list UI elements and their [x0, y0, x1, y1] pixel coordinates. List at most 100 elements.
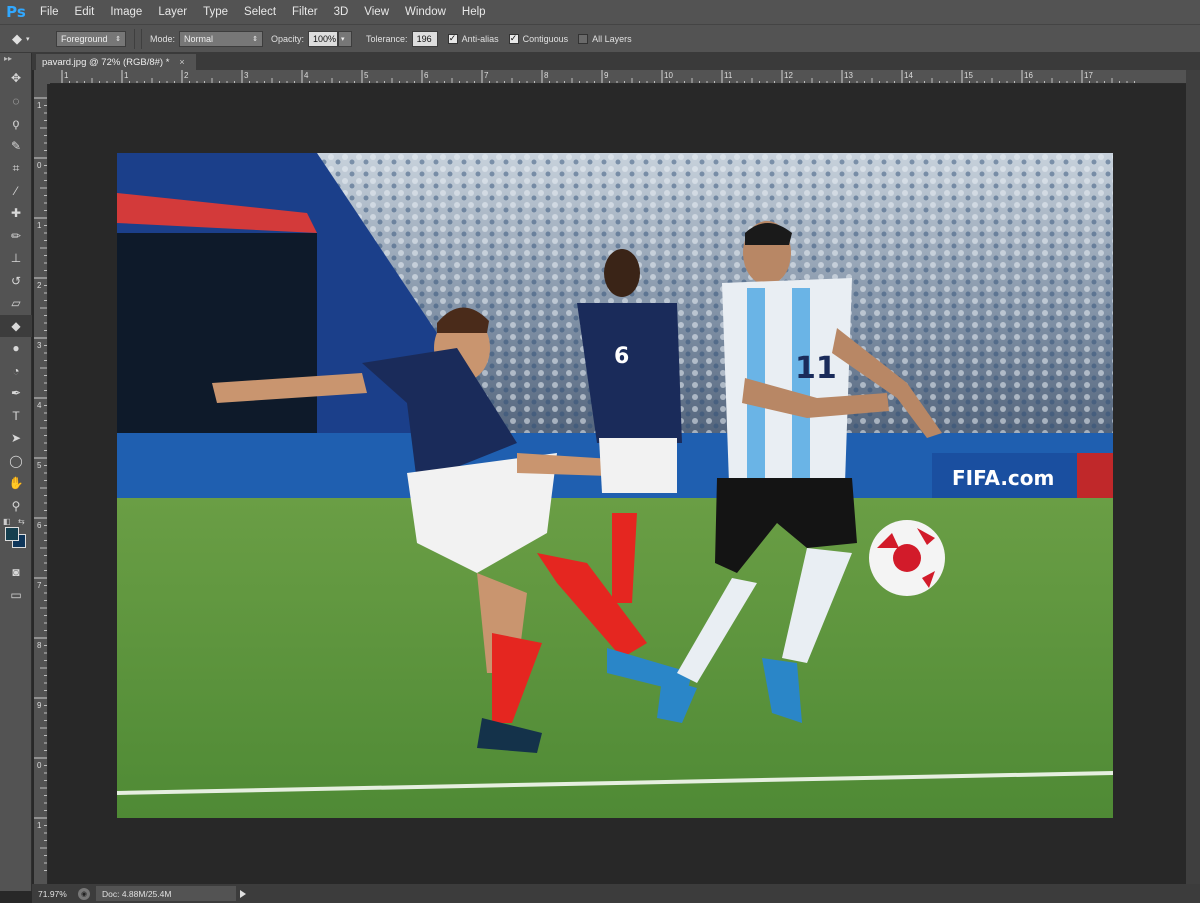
healing-brush-tool-icon[interactable]: ✚ [0, 202, 32, 225]
menu-image[interactable]: Image [102, 0, 150, 24]
menu-file[interactable]: File [32, 0, 67, 24]
mode-select[interactable]: Normal ⇕ [179, 30, 264, 47]
ruler-label: 16 [1024, 71, 1033, 80]
vertical-ruler-ticks: 1 0 1 2 3 4 5 6 7 8 9 0 1 [34, 97, 47, 871]
tool-list: ✥ ◌ ϙ ✎ ⌗ ⁄ ✚ ✏ ⊥ ↺ ▱ ◆ ● ◔ ✒ T ➤ ◯ ✋ ⚲ [0, 67, 32, 518]
zoom-tool-icon[interactable]: ⚲ [0, 495, 32, 518]
ruler-label: 8 [544, 71, 549, 80]
menu-view[interactable]: View [356, 0, 397, 24]
default-colors-icon[interactable]: ◧ [3, 517, 11, 526]
ruler-label: 7 [484, 71, 489, 80]
photo-content: FIFA.com 6 11 [117, 153, 1113, 818]
paint-bucket-tool-icon[interactable]: ◆ [0, 314, 32, 337]
ruler-label: 5 [37, 461, 42, 470]
canvas-area[interactable]: FIFA.com 6 11 [48, 84, 1186, 884]
crop-tool-icon[interactable]: ⌗ [0, 157, 32, 180]
horizontal-ruler[interactable]: 1 1 2 3 4 5 6 7 8 9 10 11 12 13 14 15 16 17 [50, 70, 1200, 84]
path-select-tool-icon[interactable]: ➤ [0, 427, 32, 450]
mode-label: Mode: [150, 33, 176, 44]
foreground-color-swatch[interactable] [5, 527, 19, 541]
ruler-label: 3 [244, 71, 249, 80]
status-menu-arrow-icon[interactable] [240, 889, 246, 898]
hand-tool-icon[interactable]: ✋ [0, 472, 32, 495]
all-layers-label: All Layers [592, 33, 632, 44]
ruler-label: 2 [184, 71, 189, 80]
swap-colors-icon[interactable]: ⇆ [18, 517, 25, 526]
lasso-tool-icon[interactable]: ϙ [0, 112, 32, 135]
anti-alias-label: Anti-alias [461, 33, 499, 44]
ruler-label: 0 [37, 161, 42, 170]
menu-help[interactable]: Help [454, 0, 494, 24]
ruler-label: 3 [37, 341, 42, 350]
quick-select-tool-icon[interactable]: ✎ [0, 135, 32, 158]
ruler-label: 12 [784, 71, 793, 80]
type-tool-icon[interactable]: T [0, 405, 32, 428]
divider [141, 28, 142, 49]
ruler-label: 7 [37, 581, 42, 590]
tool-preset-picker[interactable]: ◆ ▾ [12, 28, 56, 50]
ruler-label: 4 [304, 71, 309, 80]
horizontal-ruler-ticks: 1 1 2 3 4 5 6 7 8 9 10 11 12 13 14 15 16 17 [61, 70, 1135, 83]
document-tab[interactable]: pavard.jpg @ 72% (RGB/8#) * × [36, 54, 196, 70]
tolerance-input[interactable]: 196 [411, 30, 438, 47]
contiguous-checkbox[interactable]: ✓ [508, 33, 519, 44]
eyedropper-tool-icon[interactable]: ⁄ [0, 180, 32, 203]
doc-size-info: Doc: 4.88M/25.4M [96, 886, 236, 901]
opacity-dropdown-button[interactable]: ▾ [338, 30, 353, 47]
anti-alias-checkbox[interactable]: ✓ [447, 33, 458, 44]
photoshop-logo-icon: Ps [6, 3, 26, 21]
ruler-origin[interactable] [34, 70, 50, 84]
document-tab-strip: pavard.jpg @ 72% (RGB/8#) * × [32, 53, 1200, 70]
menu-layer[interactable]: Layer [150, 0, 195, 24]
toolbox-collapse-grip[interactable]: ▸▸ [0, 53, 31, 67]
ruler-label: 0 [37, 761, 42, 770]
chevron-down-icon: ▾ [341, 35, 345, 43]
menu-edit[interactable]: Edit [67, 0, 103, 24]
ruler-label: 1 [37, 221, 42, 230]
vertical-scrollbar[interactable] [1186, 70, 1200, 884]
checkmark-icon: ✓ [509, 33, 518, 43]
fill-source-value: Foreground [61, 33, 108, 44]
status-bar: 71.97% ◉ Doc: 4.88M/25.4M [32, 884, 1200, 903]
screen-mode-icon[interactable]: ▭ [0, 584, 32, 607]
menu-type[interactable]: Type [195, 0, 236, 24]
ruler-label: 1 [64, 71, 69, 80]
all-layers-checkbox[interactable] [578, 33, 589, 44]
ruler-label: 2 [37, 281, 42, 290]
quick-mask-icon[interactable]: ◙ [0, 561, 32, 584]
blur-tool-icon[interactable]: ● [0, 337, 32, 360]
move-tool-icon[interactable]: ✥ [0, 67, 32, 90]
mode-value: Normal [184, 33, 214, 44]
ruler-label: 8 [37, 641, 42, 650]
toolbox: ▸▸ ✥ ◌ ϙ ✎ ⌗ ⁄ ✚ ✏ ⊥ ↺ ▱ ◆ ● ◔ ✒ T ➤ ◯ ✋ ⚲ ◧ ⇆ ◙ ▭ [0, 53, 32, 891]
document-image[interactable]: FIFA.com 6 11 [117, 153, 1113, 818]
ruler-label: 9 [37, 701, 42, 710]
vertical-ruler[interactable]: 1 0 1 2 3 4 5 6 7 8 9 0 1 [34, 84, 48, 884]
close-icon[interactable]: × [179, 57, 184, 67]
menu-window[interactable]: Window [397, 0, 454, 24]
brush-tool-icon[interactable]: ✏ [0, 225, 32, 248]
checkmark-icon: ✓ [448, 33, 457, 43]
info-icon[interactable]: ◉ [78, 887, 90, 900]
menu-filter[interactable]: Filter [284, 0, 326, 24]
zoom-level[interactable]: 71.97% [32, 889, 72, 899]
clone-stamp-tool-icon[interactable]: ⊥ [0, 247, 32, 270]
menu-3d[interactable]: 3D [326, 0, 357, 24]
opacity-input[interactable]: 100% [308, 30, 339, 47]
history-brush-tool-icon[interactable]: ↺ [0, 270, 32, 293]
ruler-label: 11 [724, 71, 733, 80]
ruler-label: 1 [37, 821, 42, 830]
marquee-tool-icon[interactable]: ◌ [0, 90, 32, 113]
divider [134, 28, 135, 49]
ruler-label: 13 [844, 71, 853, 80]
svg-text:11: 11 [795, 351, 837, 386]
ruler-label: 1 [124, 71, 129, 80]
tolerance-label: Tolerance: [366, 33, 408, 44]
ruler-label: 14 [904, 71, 913, 80]
shape-tool-icon[interactable]: ◯ [0, 450, 32, 473]
fill-source-select[interactable]: Foreground ⇕ [56, 30, 126, 47]
dodge-tool-icon[interactable]: ◔ [0, 360, 32, 383]
menu-select[interactable]: Select [236, 0, 284, 24]
pen-tool-icon[interactable]: ✒ [0, 382, 32, 405]
eraser-tool-icon[interactable]: ▱ [0, 292, 32, 315]
